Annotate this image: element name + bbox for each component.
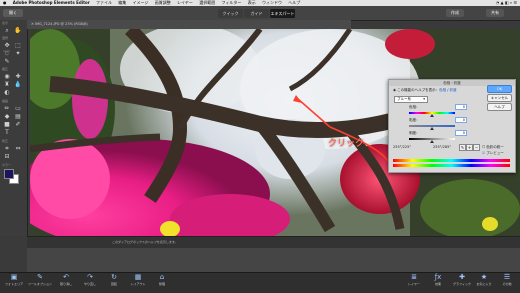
toolbox: 表示 ⌕ ✋ 選択 ✥ ⬚ ➰ ✦ ✎ 補正 ◉ ✚ ♜ 💧 ◐ 描画 ✏ ▭ … bbox=[0, 20, 28, 236]
preview-checkbox[interactable]: ☑ プレビュー bbox=[482, 151, 504, 156]
status-hint: このダイアログボックスのヘルプを表示します。 bbox=[112, 240, 178, 244]
tab-guided[interactable]: ガイド bbox=[244, 9, 269, 18]
lightness-slider-thumb[interactable] bbox=[430, 140, 434, 143]
saturation-slider[interactable] bbox=[409, 125, 455, 130]
graphics-button[interactable]: ✚ グラフィック bbox=[450, 273, 474, 291]
annotation-callout: クリック bbox=[328, 139, 365, 149]
hue-slider[interactable] bbox=[409, 112, 455, 117]
open-button[interactable]: 開く bbox=[3, 9, 23, 17]
toolbox-section-draw: 描画 bbox=[2, 99, 9, 103]
photo-bin-icon: ▣ bbox=[10, 273, 18, 281]
hue-spectrum-bar-top bbox=[393, 159, 510, 162]
eyedropper-icon[interactable]: ✎ bbox=[459, 144, 466, 151]
document-tab[interactable]: ✕ IMG_7124.JPG @ 23% (RGB/8) bbox=[27, 20, 351, 29]
rotate-icon: ↻ bbox=[111, 273, 117, 281]
effects-button[interactable]: ƒx 効果 bbox=[426, 273, 450, 291]
more-button[interactable]: ☰ その他 bbox=[495, 273, 519, 291]
shape-tool-icon[interactable]: ■ bbox=[3, 121, 11, 128]
move-tool-icon[interactable]: ✥ bbox=[3, 42, 11, 49]
foreground-color-swatch[interactable] bbox=[4, 169, 14, 179]
create-button[interactable]: 作成 bbox=[446, 9, 464, 17]
eraser-tool-icon[interactable]: ▭ bbox=[14, 105, 22, 112]
toolbox-section-modify: 修正 bbox=[2, 139, 9, 143]
type-tool-icon[interactable]: T bbox=[3, 129, 11, 136]
range-left-value: 255°/225° bbox=[393, 145, 412, 149]
toolbox-section-view: 表示 bbox=[2, 21, 9, 25]
organizer-button[interactable]: ⌂ 整理 bbox=[150, 273, 174, 291]
redo-icon: ↷ bbox=[87, 273, 93, 281]
lightness-label: 明度： bbox=[409, 131, 420, 135]
layers-icon: ≣ bbox=[411, 273, 417, 281]
undo-icon: ↶ bbox=[63, 273, 69, 281]
colorize-checkbox[interactable]: ☐ 色彩の統一 bbox=[482, 145, 504, 150]
hue-label: 色相： bbox=[409, 105, 420, 109]
lightness-slider[interactable] bbox=[409, 138, 455, 143]
document-title: IMG_7124.JPG @ 23% (RGB/8) bbox=[35, 22, 88, 26]
help-button[interactable]: ヘルプ bbox=[487, 103, 512, 111]
hand-tool-icon[interactable]: ✋ bbox=[14, 27, 22, 34]
ok-button[interactable]: OK bbox=[487, 85, 512, 93]
chevron-down-icon: ▾ bbox=[423, 97, 425, 101]
spot-healing-icon[interactable]: ✚ bbox=[14, 73, 22, 80]
saturation-label: 彩度： bbox=[409, 118, 420, 122]
paint-bucket-icon[interactable]: ◆ bbox=[3, 113, 11, 120]
toolbox-section-enhance: 補正 bbox=[2, 67, 9, 71]
help-line: ◉ この機能のヘルプを表示：色相 / 彩度 bbox=[393, 88, 457, 92]
share-button[interactable]: 共有 bbox=[486, 9, 504, 17]
photo-bin-button[interactable]: ▣ フォトエリア bbox=[2, 273, 26, 291]
red-eye-icon[interactable]: ◉ bbox=[3, 73, 11, 80]
toolbox-section-select: 選択 bbox=[2, 36, 9, 40]
range-right-value: 255°/285° bbox=[433, 145, 452, 149]
effects-icon: ƒx bbox=[434, 273, 442, 281]
channel-select[interactable]: ブルー系 ▾ bbox=[394, 96, 428, 103]
toolbox-section-color: カラー bbox=[2, 163, 12, 167]
hue-saturation-dialog: 色相・彩度 ◉ この機能のヘルプを表示：色相 / 彩度 OK キャンセル ヘルプ… bbox=[388, 79, 516, 173]
cancel-button[interactable]: キャンセル bbox=[487, 94, 512, 102]
tool-options-icon: ✎ bbox=[37, 273, 43, 281]
more-icon: ☰ bbox=[503, 273, 511, 281]
marquee-tool-icon[interactable]: ⬚ bbox=[14, 42, 22, 49]
straighten-tool-icon[interactable]: ⊟ bbox=[3, 153, 11, 160]
organizer-icon: ⌂ bbox=[159, 273, 165, 281]
layout-icon: ▦ bbox=[134, 273, 142, 281]
rotate-button[interactable]: ↻ 回転 bbox=[102, 273, 126, 291]
layers-button[interactable]: ≣ レイヤー bbox=[402, 273, 426, 291]
tab-expert[interactable]: エキスパート bbox=[270, 9, 295, 18]
sponge-tool-icon[interactable]: ◐ bbox=[3, 89, 11, 96]
hue-spectrum-bar-bottom bbox=[393, 164, 510, 167]
panel-bin bbox=[27, 248, 520, 272]
lightness-input[interactable]: 0 bbox=[455, 130, 467, 136]
crop-tool-icon[interactable]: ⌗ bbox=[3, 145, 11, 152]
lasso-tool-icon[interactable]: ➰ bbox=[3, 50, 11, 57]
hue-slider-thumb[interactable] bbox=[430, 114, 434, 117]
hue-input[interactable]: 0 bbox=[455, 104, 467, 110]
help-link-saturation[interactable]: 彩度 bbox=[450, 88, 457, 92]
quick-select-icon[interactable]: ✎ bbox=[3, 58, 11, 65]
gradient-tool-icon[interactable]: ▤ bbox=[14, 113, 22, 120]
mode-tabs: クイック ガイド エキスパート bbox=[218, 9, 296, 18]
layout-button[interactable]: ▦ レイアウト bbox=[126, 273, 150, 291]
tool-options-button[interactable]: ✎ ツールオプション bbox=[28, 273, 52, 291]
brush-tool-icon[interactable]: ✏ bbox=[3, 105, 11, 112]
saturation-input[interactable]: 0 bbox=[455, 117, 467, 123]
undo-button[interactable]: ↶ 取り消し bbox=[54, 273, 78, 291]
blur-tool-icon[interactable]: 💧 bbox=[14, 81, 22, 88]
graphics-icon: ✚ bbox=[459, 273, 465, 281]
eyedropper-subtract-icon[interactable]: − bbox=[473, 144, 480, 151]
zoom-tool-icon[interactable]: ⌕ bbox=[3, 27, 11, 34]
status-icons: ◔ ▲ ◧ ⌕ ☰ bbox=[495, 0, 517, 5]
pencil-tool-icon[interactable]: ✐ bbox=[14, 121, 22, 128]
favorites-icon: ★ bbox=[480, 273, 488, 281]
eyedropper-add-icon[interactable]: + bbox=[466, 144, 473, 151]
tab-quick[interactable]: クイック bbox=[218, 9, 243, 18]
stamp-tool-icon[interactable]: ♜ bbox=[3, 81, 11, 88]
magic-wand-icon[interactable]: ✦ bbox=[14, 50, 22, 57]
recompose-tool-icon[interactable]: ⇔ bbox=[14, 145, 22, 152]
favorites-button[interactable]: ★ お気に入り bbox=[472, 273, 496, 291]
redo-button[interactable]: ↷ やり直し bbox=[78, 273, 102, 291]
saturation-slider-thumb[interactable] bbox=[430, 127, 434, 130]
